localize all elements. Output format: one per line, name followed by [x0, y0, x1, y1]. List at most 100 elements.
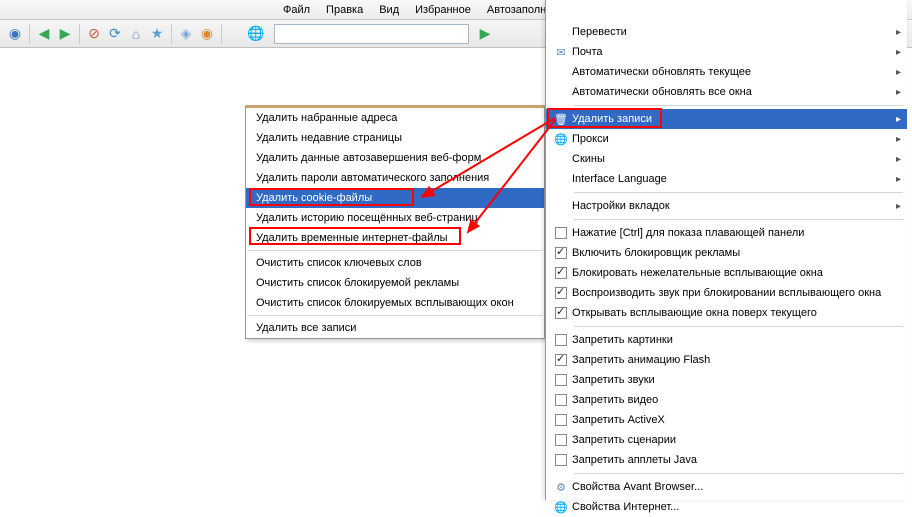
- favorites-icon[interactable]: ★: [148, 25, 166, 43]
- url-bar[interactable]: [274, 24, 469, 44]
- submenu-arrow-icon: ▸: [896, 174, 901, 185]
- menu-item[interactable]: Автоматически обновлять текущее▸: [546, 62, 907, 82]
- submenu-item[interactable]: Очистить список ключевых слов: [246, 253, 544, 273]
- trash-icon: 🗑: [550, 113, 572, 126]
- checkbox[interactable]: [555, 287, 567, 299]
- checkbox[interactable]: [555, 267, 567, 279]
- menu-item-label: Воспроизводить звук при блокировании всп…: [572, 287, 901, 299]
- submenu-arrow-icon: ▸: [896, 67, 901, 78]
- menu-item-label: Запретить апплеты Java: [572, 454, 901, 466]
- submenu-arrow-icon: ▸: [896, 87, 901, 98]
- menu-item[interactable]: Скины▸: [546, 149, 907, 169]
- menu-item[interactable]: ⚙Свойства Avant Browser...: [546, 477, 907, 497]
- blank-icon: [550, 454, 572, 466]
- submenu-item[interactable]: Удалить данные автозавершения веб-форм: [246, 148, 544, 168]
- checkbox[interactable]: [555, 354, 567, 366]
- menu-item-label: Запретить ActiveX: [572, 414, 901, 426]
- menu-item-label: Блокировать нежелательные всплывающие ок…: [572, 267, 901, 279]
- refresh-icon[interactable]: ⟳: [106, 25, 124, 43]
- menu-item-label: Почта: [572, 46, 896, 58]
- menu-item-label: Автоматически обновлять все окна: [572, 86, 896, 98]
- menu-file[interactable]: Файл: [275, 2, 318, 18]
- menu-item[interactable]: 🗑Удалить записи▸: [546, 109, 907, 129]
- globe-icon: 🌐: [550, 501, 572, 514]
- blank-icon: [550, 247, 572, 259]
- menu-item-label: Запретить звуки: [572, 374, 901, 386]
- blank-icon: [550, 334, 572, 346]
- checkbox[interactable]: [555, 414, 567, 426]
- submenu-item[interactable]: Очистить список блокируемых всплывающих …: [246, 293, 544, 313]
- menu-item-label: Свойства Интернет...: [572, 501, 901, 513]
- delete-records-submenu: Удалить набранные адреса Удалить недавни…: [245, 105, 545, 339]
- checkbox[interactable]: [555, 454, 567, 466]
- menu-item[interactable]: Запретить картинки: [546, 330, 907, 350]
- submenu-item-delete-all[interactable]: Удалить все записи: [246, 318, 544, 338]
- menu-item[interactable]: Перевести▸: [546, 22, 907, 42]
- forward-icon[interactable]: ▶: [56, 25, 74, 43]
- blank-icon: [550, 434, 572, 446]
- go-icon[interactable]: ▶: [476, 25, 494, 43]
- submenu-item[interactable]: Удалить пароли автоматического заполнени…: [246, 168, 544, 188]
- submenu-item[interactable]: Очистить список блокируемой рекламы: [246, 273, 544, 293]
- submenu-arrow-icon: ▸: [896, 154, 901, 165]
- menu-item-label: Настройки вкладок: [572, 200, 896, 212]
- menu-item[interactable]: Запретить сценарии: [546, 430, 907, 450]
- back-icon[interactable]: ◀: [35, 25, 53, 43]
- menu-item-label: Запретить видео: [572, 394, 901, 406]
- submenu-item[interactable]: Удалить историю посещённых веб-страниц: [246, 208, 544, 228]
- menu-item[interactable]: ✉Почта▸: [546, 42, 907, 62]
- menu-item[interactable]: 🌐Свойства Интернет...: [546, 497, 907, 517]
- menu-item-label: Interface Language: [572, 173, 896, 185]
- separator: [247, 250, 543, 251]
- blank-icon: [550, 227, 572, 239]
- menu-item[interactable]: Запретить анимацию Flash: [546, 350, 907, 370]
- submenu-arrow-icon: ▸: [896, 201, 901, 212]
- submenu-item[interactable]: Удалить недавние страницы: [246, 128, 544, 148]
- menu-item[interactable]: 🌐Прокси▸: [546, 129, 907, 149]
- checkbox[interactable]: [555, 247, 567, 259]
- menu-view[interactable]: Вид: [371, 2, 407, 18]
- menu-item[interactable]: Запретить ActiveX: [546, 410, 907, 430]
- stop-icon[interactable]: ⊘: [85, 25, 103, 43]
- checkbox[interactable]: [555, 307, 567, 319]
- separator: [221, 24, 222, 44]
- blank-icon: [550, 374, 572, 386]
- separator: [574, 473, 903, 474]
- menu-item[interactable]: Автоматически обновлять все окна▸: [546, 82, 907, 102]
- menu-item-label: Свойства Avant Browser...: [572, 481, 901, 493]
- home-icon[interactable]: ⌂: [127, 25, 145, 43]
- menu-item[interactable]: Запретить видео: [546, 390, 907, 410]
- submenu-arrow-icon: ▸: [896, 27, 901, 38]
- blank-icon: [550, 354, 572, 366]
- menu-item[interactable]: Воспроизводить звук при блокировании всп…: [546, 283, 907, 303]
- menu-item[interactable]: Нажатие [Ctrl] для показа плавающей пане…: [546, 223, 907, 243]
- menu-edit[interactable]: Правка: [318, 2, 371, 18]
- checkbox[interactable]: [555, 227, 567, 239]
- menu-item[interactable]: Блокировать нежелательные всплывающие ок…: [546, 263, 907, 283]
- blank-icon: [550, 287, 572, 299]
- menu-item-label: Скины: [572, 153, 896, 165]
- checkbox[interactable]: [555, 394, 567, 406]
- menu-item-label: Открывать всплывающие окна поверх текуще…: [572, 307, 901, 319]
- submenu-item-delete-cookies[interactable]: Удалить cookie-файлы: [246, 188, 544, 208]
- menu-item[interactable]: Interface Language▸: [546, 169, 907, 189]
- separator: [574, 192, 903, 193]
- submenu-item-delete-temp-files[interactable]: Удалить временные интернет-файлы: [246, 228, 544, 248]
- checkbox[interactable]: [555, 334, 567, 346]
- menu-item[interactable]: Запретить апплеты Java: [546, 450, 907, 470]
- submenu-item[interactable]: Удалить набранные адреса: [246, 108, 544, 128]
- checkbox[interactable]: [555, 434, 567, 446]
- history-icon[interactable]: ◈: [177, 25, 195, 43]
- submenu-arrow-icon: ▸: [896, 47, 901, 58]
- checkbox[interactable]: [555, 374, 567, 386]
- menu-item-label: Запретить анимацию Flash: [572, 354, 901, 366]
- menu-item-label: Нажатие [Ctrl] для показа плавающей пане…: [572, 227, 901, 239]
- menu-favorites[interactable]: Избранное: [407, 2, 479, 18]
- separator: [79, 24, 80, 44]
- menu-item[interactable]: Настройки вкладок▸: [546, 196, 907, 216]
- menu-item[interactable]: Открывать всплывающие окна поверх текуще…: [546, 303, 907, 323]
- feed-icon[interactable]: ◉: [198, 25, 216, 43]
- menu-item[interactable]: Запретить звуки: [546, 370, 907, 390]
- menu-item[interactable]: Включить блокировщик рекламы: [546, 243, 907, 263]
- globe-icon[interactable]: 🌐: [247, 25, 265, 43]
